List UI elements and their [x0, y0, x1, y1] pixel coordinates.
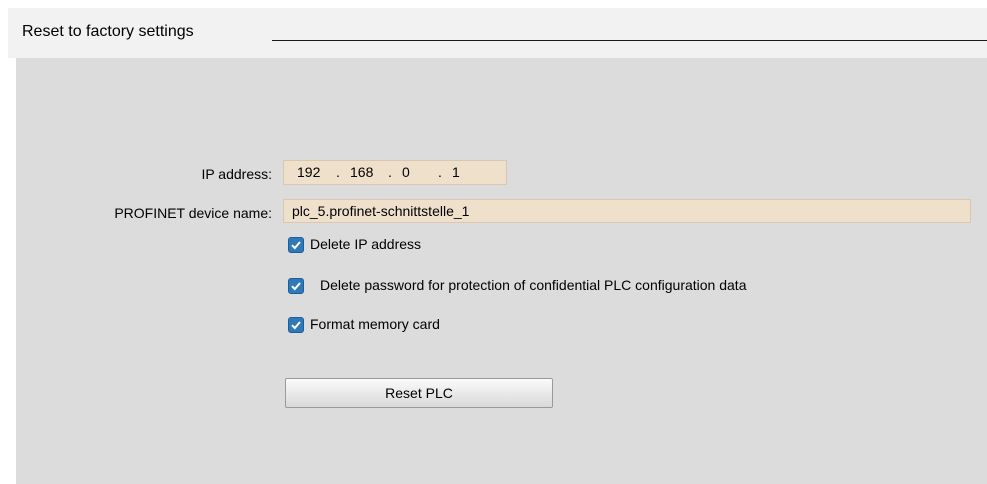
ip-octet-1: 192 [297, 164, 321, 180]
ip-address-field[interactable]: 192 . 168 . 0 . 1 [283, 160, 507, 185]
reset-plc-button[interactable]: Reset PLC [285, 378, 553, 408]
delete-password-label: Delete password for protection of confid… [320, 277, 747, 293]
ip-dot-3: . [438, 164, 442, 180]
reset-panel [16, 58, 987, 484]
ip-octet-2: 168 [350, 164, 374, 180]
ip-octet-4: 1 [452, 164, 460, 180]
checkbox-delete-password[interactable] [288, 278, 304, 294]
checkmark-icon [291, 282, 301, 291]
device-name-label: PROFINET device name: [114, 205, 272, 221]
checkbox-format-card[interactable] [288, 317, 304, 333]
ip-dot-2: . [388, 164, 392, 180]
checkbox-delete-ip[interactable] [288, 237, 304, 253]
section-title: Reset to factory settings [22, 23, 194, 40]
ip-dot-1: . [336, 164, 340, 180]
section-divider [272, 40, 987, 41]
checkmark-icon [291, 321, 301, 330]
format-card-label: Format memory card [310, 316, 440, 332]
checkmark-icon [291, 241, 301, 250]
device-name-field[interactable]: plc_5.profinet-schnittstelle_1 [283, 199, 971, 223]
ip-address-label: IP address: [201, 166, 272, 182]
ip-octet-3: 0 [402, 164, 410, 180]
delete-ip-label: Delete IP address [310, 236, 422, 252]
